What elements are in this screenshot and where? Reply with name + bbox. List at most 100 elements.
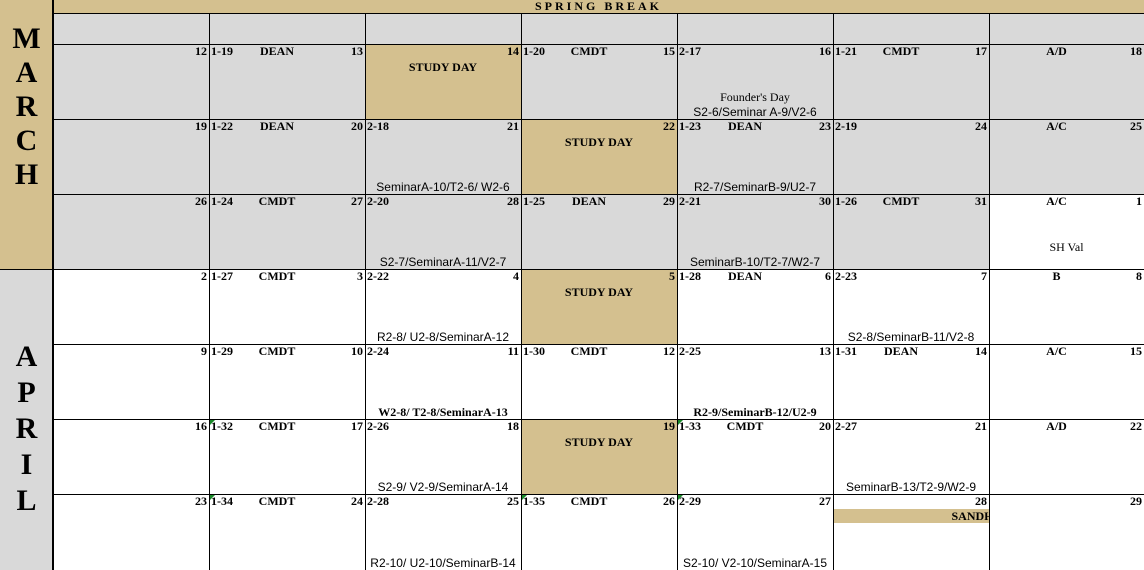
day-number: 22 — [663, 119, 675, 133]
comment-marker[interactable] — [522, 495, 527, 500]
month-letter-march: R — [15, 90, 38, 123]
assignment-note: S2-8/SeminarB-11/V2-8 — [847, 330, 975, 344]
instructor-label: CMDT — [258, 194, 296, 208]
instructor-label: CMDT — [258, 419, 296, 433]
grid-line — [833, 13, 834, 570]
month-letter-march: H — [14, 158, 39, 191]
study-day-label: STUDY DAY — [564, 285, 634, 299]
instructor-label: CMDT — [570, 494, 608, 508]
month-letter-april: R — [15, 412, 38, 445]
day-number: 18 — [507, 419, 519, 433]
instructor-label: CMDT — [882, 194, 920, 208]
day-number: 19 — [663, 419, 675, 433]
comment-marker[interactable] — [210, 420, 215, 425]
instructor-label: A/D — [1046, 419, 1067, 433]
instructor-label: B — [1052, 269, 1061, 283]
month-letter-march: A — [15, 56, 38, 89]
day-number: 16 — [819, 44, 831, 58]
day-number: 28 — [975, 494, 987, 508]
day-number: 23 — [195, 494, 207, 508]
instructor-label: CMDT — [258, 269, 296, 283]
blank-week-row — [53, 13, 1144, 44]
assignment-note: R2-9/SeminarB-12/U2-9 — [693, 405, 817, 419]
day-number: 24 — [975, 119, 987, 133]
lesson-number: 2-29 — [679, 494, 701, 508]
instructor-label: DEAN — [259, 44, 294, 58]
grid-line — [365, 13, 366, 570]
day-number: 4 — [513, 269, 519, 283]
lesson-number: 2-23 — [835, 269, 857, 283]
grid-line — [53, 0, 54, 570]
instructor-label: CMDT — [726, 419, 764, 433]
day-number: 25 — [507, 494, 519, 508]
month-letter-march: C — [15, 124, 38, 157]
event-note: Founder's Day — [720, 90, 790, 104]
day-number: 5 — [669, 269, 675, 283]
grid-line — [677, 13, 678, 570]
lesson-number: 2-26 — [367, 419, 389, 433]
day-number: 28 — [507, 194, 519, 208]
day-number: 11 — [507, 344, 519, 358]
comment-marker[interactable] — [678, 420, 683, 425]
grid-line — [53, 119, 1144, 120]
lesson-number: 2-19 — [835, 119, 857, 133]
instructor-label: CMDT — [258, 344, 296, 358]
comment-marker[interactable] — [678, 495, 683, 500]
study-day-label: STUDY DAY — [564, 435, 634, 449]
day-number: 21 — [975, 419, 987, 433]
grid-line — [521, 13, 522, 570]
grid-line — [53, 194, 1144, 195]
instructor-label: A/C — [1046, 344, 1067, 358]
month-letter-april: A — [15, 340, 38, 373]
day-number: 27 — [819, 494, 831, 508]
day-number: 12 — [195, 44, 207, 58]
day-number: 26 — [195, 194, 207, 208]
comment-marker[interactable] — [210, 495, 215, 500]
grid-line — [0, 269, 53, 270]
lesson-number: 2-28 — [367, 494, 389, 508]
lesson-number: 2-24 — [367, 344, 389, 358]
grid-line — [53, 269, 1144, 270]
instructor-label: A/D — [1046, 44, 1067, 58]
grid-line — [53, 419, 1144, 420]
spring-break-label: SPRING BREAK — [534, 0, 662, 13]
study-day-label: STUDY DAY — [408, 60, 478, 74]
assignment-note: SeminarB-10/T2-7/W2-7 — [689, 255, 821, 269]
assignment-note: R2-10/ U2-10/SeminarB-14 — [370, 556, 516, 570]
instructor-label: A/C — [1046, 119, 1067, 133]
lesson-number: 2-20 — [367, 194, 389, 208]
instructor-label: CMDT — [258, 494, 296, 508]
instructor-label: DEAN — [727, 119, 762, 133]
day-number: 14 — [507, 44, 519, 58]
instructor-label: DEAN — [883, 344, 918, 358]
grid-line — [53, 44, 1144, 45]
assignment-note: R2-8/ U2-8/SeminarA-12 — [376, 330, 510, 344]
assignment-note: S2-7/SeminarA-11/V2-7 — [379, 255, 507, 269]
grid-line — [989, 13, 990, 570]
instructor-label: CMDT — [882, 44, 920, 58]
month-letter-march: M — [12, 22, 41, 55]
day-number: 29 — [1130, 494, 1142, 508]
day-number: 9 — [201, 344, 207, 358]
assignment-note: SeminarA-10/T2-6/ W2-6 — [376, 180, 510, 194]
instructor-label: CMDT — [570, 344, 608, 358]
day-number: 7 — [981, 269, 987, 283]
instructor-label: A/C — [1046, 194, 1067, 208]
day-number: 16 — [195, 419, 207, 433]
day-number: 30 — [819, 194, 831, 208]
instructor-label: DEAN — [727, 269, 762, 283]
lesson-number: 2-21 — [679, 194, 701, 208]
month-letter-april: P — [17, 376, 36, 409]
assignment-note: SeminarB-13/T2-9/W2-9 — [845, 480, 977, 494]
assignment-note: S2-6/Seminar A-9/V2-6 — [693, 105, 817, 119]
day-number: 2 — [201, 269, 207, 283]
month-letter-april: I — [20, 448, 33, 481]
assignment-note: R2-7/SeminarB-9/U2-7 — [693, 180, 817, 194]
assignment-note: W2-8/ T2-8/SeminarA-13 — [378, 405, 508, 419]
instructor-label: DEAN — [571, 194, 606, 208]
day-number: 19 — [195, 119, 207, 133]
lesson-number: 2-25 — [679, 344, 701, 358]
instructor-label: CMDT — [570, 44, 608, 58]
study-day-label: STUDY DAY — [564, 135, 634, 149]
lesson-number: 2-18 — [367, 119, 389, 133]
